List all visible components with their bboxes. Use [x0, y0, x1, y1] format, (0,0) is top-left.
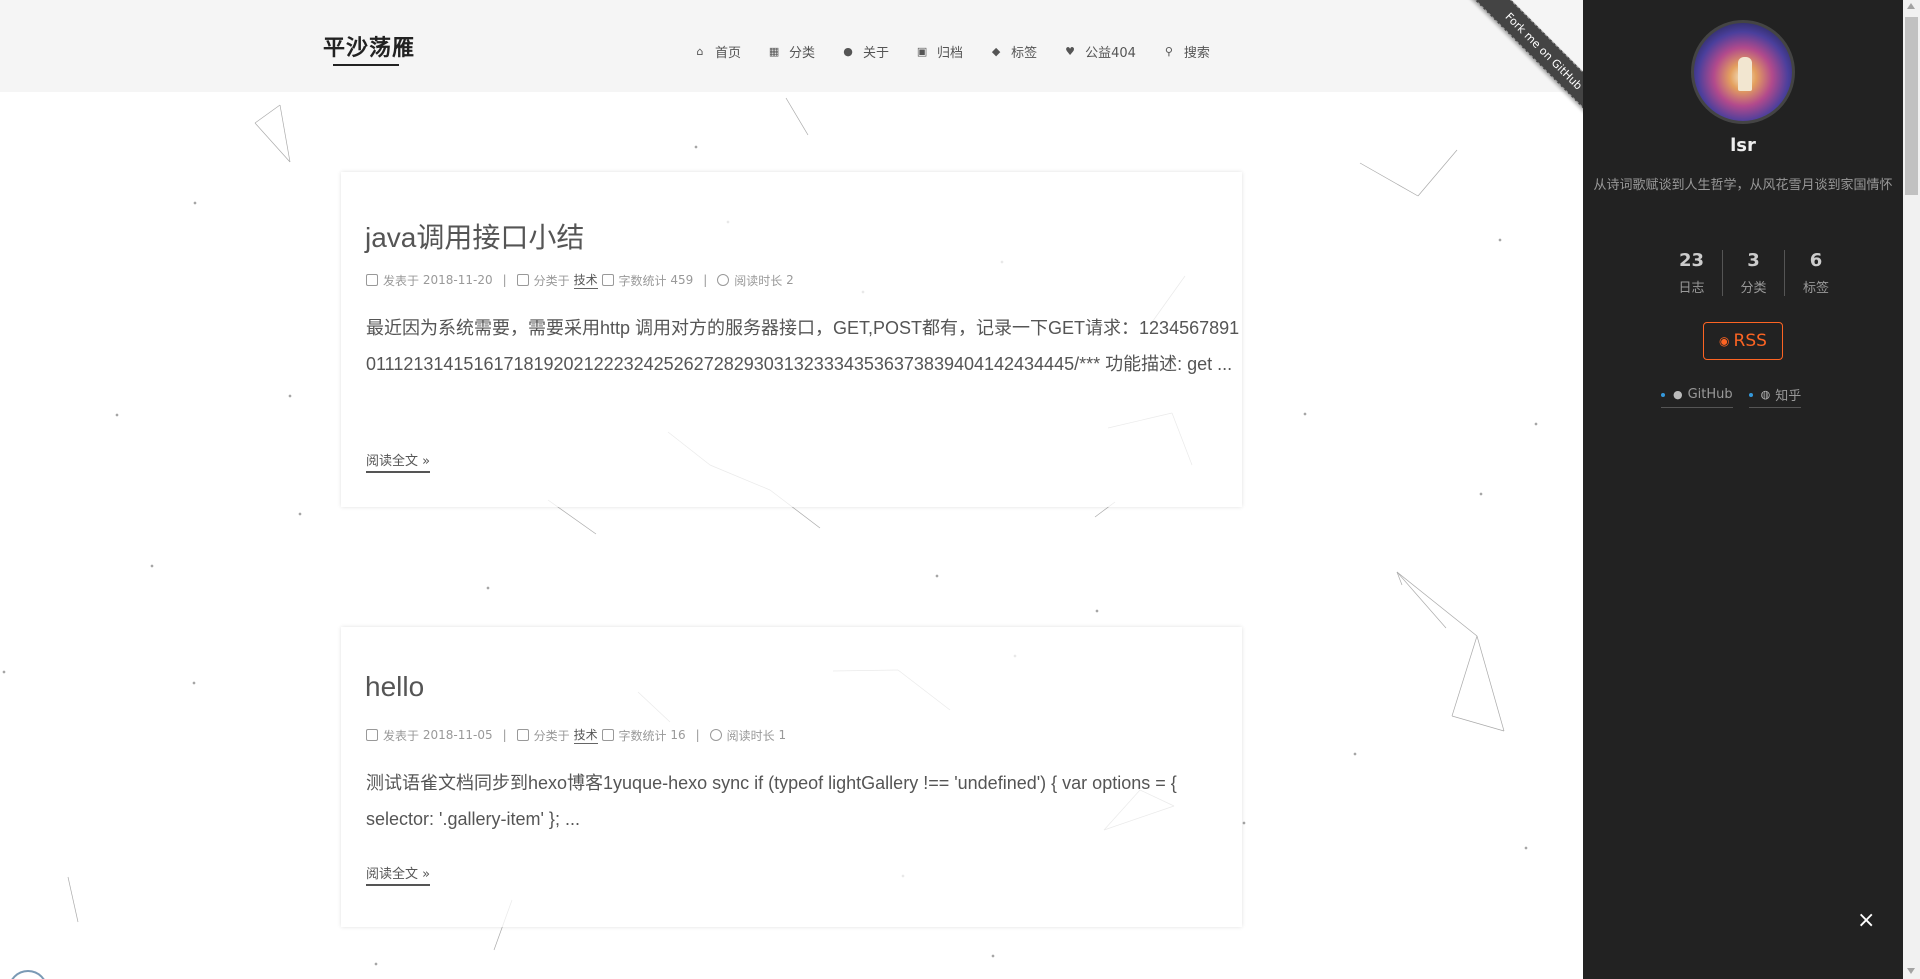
category-link[interactable]: 技术 — [573, 726, 598, 744]
folder-icon — [516, 729, 529, 741]
category-link[interactable]: 技术 — [573, 271, 598, 289]
rss-label: RSS — [1733, 331, 1767, 351]
github-ribbon[interactable]: Fork me on GitHub — [1430, 0, 1583, 153]
github-link[interactable]: ● GitHub — [1661, 385, 1733, 408]
clock-icon — [717, 274, 730, 286]
nav-home[interactable]: ⌂ 首页 — [693, 42, 742, 61]
search-icon: ⚲ — [1164, 45, 1173, 58]
post-title[interactable]: java调用接口小结 — [365, 216, 584, 256]
rss-icon: ◉ — [1719, 334, 1730, 348]
meta-divider: | — [695, 728, 700, 742]
site-header: 平沙荡雁 ⌂ 首页 ▦ 分类 ● 关于 ▣ 归档 ◆ 标签 ♥ 公益404 ⚲ 搜索 — [0, 0, 1583, 92]
main-nav: ⌂ 首页 ▦ 分类 ● 关于 ▣ 归档 ◆ 标签 ♥ 公益404 ⚲ 搜索 — [693, 42, 1236, 61]
home-icon: ⌂ — [696, 45, 704, 58]
meta-divider: | — [703, 273, 708, 287]
stat-count: 3 — [1747, 250, 1760, 271]
read-label: 阅读时长 — [734, 273, 783, 288]
post-date: 2018-11-20 — [422, 273, 493, 287]
posted-label: 发表于 — [383, 273, 420, 288]
sidebar: lsr 从诗词歌赋谈到人生哲学，从风花雪月谈到家国情怀 23 日志 3 分类 6 标签… — [1583, 0, 1903, 979]
post-meta: 发表于 2018-11-05 | 分类于 技术 字数统计 16 | 阅读时长 1 — [366, 726, 786, 744]
read-time: 1 — [778, 728, 787, 742]
meta-divider: | — [502, 728, 507, 742]
posted-label: 发表于 — [383, 728, 420, 743]
clock-icon — [709, 729, 722, 741]
rss-button[interactable]: ◉ RSS — [1703, 322, 1783, 360]
stat-label: 日志 — [1678, 281, 1705, 296]
stat-count: 6 — [1809, 250, 1823, 271]
read-more-link[interactable]: 阅读全文 » — [366, 863, 431, 886]
avatar — [1691, 20, 1795, 124]
word-count: 459 — [670, 273, 694, 287]
avatar-figure — [1738, 57, 1752, 91]
scroll-up-arrow-icon[interactable] — [1907, 3, 1915, 9]
zhihu-link[interactable]: ◍ 知乎 — [1748, 385, 1802, 408]
site-logo[interactable]: 平沙荡雁 — [323, 30, 415, 62]
word-count: 16 — [670, 728, 686, 742]
nav-label: 分类 — [789, 46, 816, 61]
logo-underline — [333, 64, 399, 66]
nav-categories[interactable]: ▦ 分类 — [767, 42, 815, 61]
stat-count: 23 — [1678, 250, 1705, 271]
nav-label: 标签 — [1011, 46, 1038, 61]
folder-icon — [516, 274, 529, 286]
post-card: java调用接口小结 发表于 2018-11-20 | 分类于 技术 字数统计 … — [341, 172, 1242, 507]
stat-tags[interactable]: 6 标签 — [1785, 250, 1847, 296]
stat-label: 分类 — [1740, 281, 1767, 296]
github-icon: ● — [1673, 388, 1683, 401]
nav-tags[interactable]: ◆ 标签 — [989, 42, 1037, 61]
file-word-icon — [601, 274, 614, 286]
social-links: ● GitHub ◍ 知乎 — [1661, 385, 1802, 408]
file-word-icon — [601, 729, 614, 741]
post-excerpt: 测试语雀文档同步到hexo博客1yuque-hexo sync if (type… — [366, 773, 1177, 829]
post-date: 2018-11-05 — [422, 728, 493, 742]
post-meta: 发表于 2018-11-20 | 分类于 技术 字数统计 459 | 阅读时长 … — [366, 271, 794, 289]
bullet-dot — [1661, 392, 1665, 397]
link-label: 知乎 — [1775, 389, 1802, 404]
nav-search[interactable]: ⚲ 搜索 — [1162, 42, 1210, 61]
close-icon[interactable]: × — [1857, 908, 1875, 933]
nav-404[interactable]: ♥ 公益404 — [1063, 42, 1136, 61]
github-ribbon-label[interactable]: Fork me on GitHub — [1459, 0, 1583, 136]
grid-icon: ▦ — [768, 45, 780, 58]
read-label: 阅读时长 — [726, 728, 775, 743]
globe-icon: ◍ — [1760, 388, 1771, 401]
user-icon: ● — [843, 45, 853, 58]
nav-label: 公益404 — [1085, 46, 1136, 61]
nav-label: 归档 — [937, 46, 964, 61]
link-label: GitHub — [1687, 387, 1733, 402]
nav-archives[interactable]: ▣ 归档 — [915, 42, 963, 61]
post-card: hello 发表于 2018-11-05 | 分类于 技术 字数统计 16 | … — [341, 627, 1242, 927]
read-time: 2 — [786, 273, 794, 287]
tags-icon: ◆ — [991, 45, 1001, 58]
nav-label: 关于 — [863, 46, 890, 61]
stat-categories[interactable]: 3 分类 — [1723, 250, 1785, 296]
archive-icon: ▣ — [916, 45, 928, 58]
scrollbar[interactable] — [1903, 0, 1920, 979]
heartbeat-icon: ♥ — [1065, 45, 1076, 58]
calendar-icon — [366, 274, 378, 286]
meta-divider: | — [502, 273, 507, 287]
bullet-dot — [1748, 392, 1753, 397]
scroll-down-arrow-icon[interactable] — [1907, 968, 1915, 974]
words-label: 字数统计 — [618, 273, 667, 288]
nav-label: 搜索 — [1183, 46, 1210, 61]
calendar-icon — [366, 729, 378, 741]
author-motto: 从诗词歌赋谈到人生哲学，从风花雪月谈到家国情怀 — [1593, 178, 1893, 193]
category-label: 分类于 — [533, 728, 570, 743]
author-name: lsr — [1730, 135, 1756, 156]
stat-posts[interactable]: 23 日志 — [1661, 250, 1723, 296]
nav-label: 首页 — [715, 46, 742, 61]
category-label: 分类于 — [533, 273, 570, 288]
words-label: 字数统计 — [618, 728, 667, 743]
post-excerpt: 最近因为系统需要，需要采用http 调用对方的服务器接口，GET,POST都有，… — [366, 318, 1240, 374]
read-more-link[interactable]: 阅读全文 » — [366, 450, 431, 473]
site-stats: 23 日志 3 分类 6 标签 — [1661, 250, 1847, 296]
nav-about[interactable]: ● 关于 — [841, 42, 889, 61]
post-title[interactable]: hello — [365, 671, 424, 703]
stat-label: 标签 — [1802, 281, 1829, 296]
scrollbar-thumb[interactable] — [1905, 17, 1918, 195]
